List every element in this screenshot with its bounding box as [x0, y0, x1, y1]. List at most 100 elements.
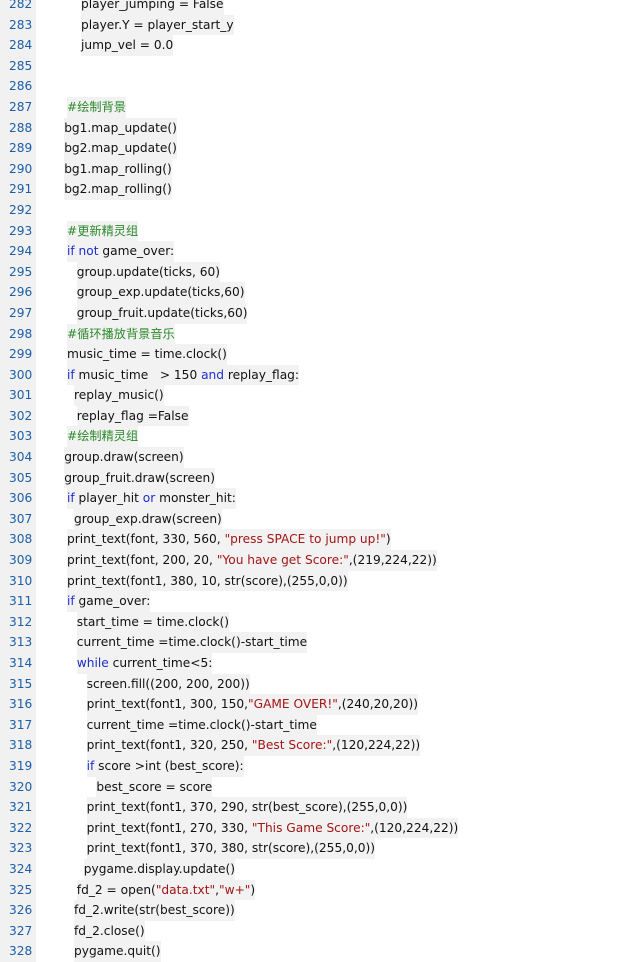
line-number: 310 — [9, 573, 33, 588]
code-token: group.draw(screen) — [64, 450, 184, 465]
line-gutter: 297 — [0, 302, 36, 324]
code-line[interactable]: 322 print_text(font1, 270, 330, "This Gam… — [0, 817, 644, 839]
line-number: 313 — [9, 635, 33, 650]
code-line[interactable]: 288 bg1.map_update() — [0, 117, 644, 139]
code-token: current_time =time.clock()-start_time — [76, 635, 308, 650]
line-gutter: 309 — [0, 550, 36, 571]
code-line[interactable]: 314 while current_time<5: — [0, 653, 644, 674]
code-token: ) — [385, 532, 391, 547]
code-comment: #绘制背景 — [67, 99, 126, 114]
line-number: 312 — [9, 614, 33, 629]
code-line[interactable]: 309 print_text(font, 200, 20, "You have g… — [0, 550, 644, 571]
code-line[interactable]: 306 if player_hit or monster_hit: — [0, 488, 644, 509]
code-token: group_exp.draw(screen) — [74, 511, 222, 526]
code-line[interactable]: 299 music_time = time.clock() — [0, 344, 644, 365]
code-token: print_text(font1, 270, 330, — [86, 820, 252, 835]
code-line[interactable]: 327 fd_2.close() — [0, 920, 644, 942]
code-line[interactable]: 324 pygame.display.update() — [0, 858, 644, 880]
code-line[interactable]: 319 if score >int (best_score): — [0, 755, 644, 777]
line-number: 282 — [9, 0, 33, 11]
code-line[interactable]: 282 player_jumping = False — [0, 0, 644, 15]
code-token: bg2.map_update() — [64, 141, 177, 156]
line-number: 309 — [9, 553, 33, 568]
code-line[interactable]: 301 replay_music() — [0, 385, 644, 406]
code-line[interactable]: 308 print_text(font, 330, 560, "press SPA… — [0, 529, 644, 551]
code-text: fd_2 = open("data.txt","w+") — [76, 879, 256, 901]
code-token: jump_vel = 0.0 — [81, 38, 174, 53]
line-gutter: 307 — [0, 508, 36, 530]
code-token: player_hit — [74, 491, 143, 506]
line-number: 328 — [9, 944, 33, 959]
code-text: start_time = time.clock() — [76, 611, 229, 633]
code-line[interactable]: 292 — [0, 199, 644, 221]
code-token: print_text(font1, 320, 250, — [86, 738, 252, 753]
line-gutter: 287 — [0, 96, 36, 118]
code-line[interactable]: 297 group_fruit.update(ticks,60) — [0, 302, 644, 324]
code-line[interactable]: 312 start_time = time.clock() — [0, 611, 644, 633]
code-keyword: and — [201, 367, 225, 382]
line-number: 305 — [9, 470, 33, 485]
line-number: 306 — [9, 491, 33, 506]
code-line[interactable]: 284 jump_vel = 0.0 — [0, 35, 644, 56]
code-text: group_fruit.update(ticks,60) — [76, 302, 248, 324]
line-gutter: 282 — [0, 0, 36, 15]
code-token: game_over: — [98, 244, 175, 259]
code-line[interactable]: 315 screen.fill((200, 200, 200)) — [0, 673, 644, 695]
code-line[interactable]: 325 fd_2 = open("data.txt","w+") — [0, 879, 644, 901]
line-gutter: 292 — [0, 199, 36, 221]
code-line[interactable]: 291 bg2.map_rolling() — [0, 179, 644, 200]
code-keyword: if — [67, 491, 75, 506]
code-token: ) — [250, 882, 256, 897]
code-token: music_time = time.clock() — [67, 347, 227, 362]
code-line[interactable]: 320 best_score = score — [0, 776, 644, 798]
code-line[interactable]: 304 group.draw(screen) — [0, 447, 644, 468]
code-text: fd_2.close() — [74, 920, 145, 942]
code-token: group_fruit.update(ticks,60) — [76, 305, 248, 320]
code-token: fd_2 = open( — [76, 882, 156, 897]
code-line[interactable]: 293 #更新精灵组 — [0, 220, 644, 242]
line-gutter: 290 — [0, 158, 36, 180]
line-gutter: 301 — [0, 385, 36, 406]
code-editor[interactable]: 282 player_jumping = False 283 player.Y = p… — [0, 0, 644, 962]
code-line[interactable]: 290 bg1.map_rolling() — [0, 158, 644, 180]
code-text: best_score = score — [96, 776, 213, 798]
code-line[interactable]: 302 replay_flag =False — [0, 405, 644, 427]
line-number: 300 — [9, 367, 33, 382]
code-line[interactable]: 323 print_text(font1, 370, 380, str(score… — [0, 838, 644, 859]
code-line[interactable]: 289 bg2.map_update() — [0, 138, 644, 159]
code-line[interactable]: 305 group_fruit.draw(screen) — [0, 467, 644, 489]
code-text: if music_time > 150 and replay_flag: — [67, 364, 300, 386]
line-gutter: 303 — [0, 426, 36, 448]
code-line[interactable]: 300 if music_time > 150 and replay_flag: — [0, 364, 644, 386]
code-line[interactable]: 287 #绘制背景 — [0, 96, 644, 118]
code-line[interactable]: 294 if not game_over: — [0, 241, 644, 262]
code-line[interactable]: 326 fd_2.write(str(best_score)) — [0, 900, 644, 921]
code-token: print_text(font1, 370, 290, str(best_sco… — [86, 800, 408, 815]
code-line[interactable]: 321 print_text(font1, 370, 290, str(best_… — [0, 797, 644, 818]
code-string: "data.txt" — [155, 882, 216, 897]
code-line[interactable]: 318 print_text(font1, 320, 250, "Best Sco… — [0, 735, 644, 756]
code-line[interactable]: 313 current_time =time.clock()-start_time — [0, 632, 644, 653]
code-text: print_text(font, 330, 560, "press SPACE … — [67, 529, 391, 551]
code-line[interactable]: 317 current_time =time.clock()-start_time — [0, 714, 644, 736]
line-number: 315 — [9, 676, 33, 691]
code-line[interactable]: 285 — [0, 55, 644, 77]
code-line[interactable]: 311 if game_over: — [0, 591, 644, 612]
code-line[interactable]: 296 group_exp.update(ticks,60) — [0, 282, 644, 303]
code-token: music_time > 150 — [74, 367, 202, 382]
code-line[interactable]: 286 — [0, 76, 644, 97]
code-text: if player_hit or monster_hit: — [67, 488, 236, 509]
code-token: score >int (best_score): — [94, 758, 244, 773]
code-line[interactable]: 310 print_text(font1, 380, 10, str(score)… — [0, 570, 644, 592]
code-line[interactable]: 295 group.update(ticks, 60) — [0, 261, 644, 283]
code-token: start_time = time.clock() — [76, 614, 229, 629]
code-line[interactable]: 303 #绘制精灵组 — [0, 426, 644, 448]
code-token: bg2.map_rolling() — [64, 182, 172, 197]
code-line[interactable]: 307 group_exp.draw(screen) — [0, 508, 644, 530]
code-line[interactable]: 298 #循环播放背景音乐 — [0, 323, 644, 345]
code-comment: #循环播放背景音乐 — [67, 326, 175, 341]
code-line[interactable]: 283 player.Y = player_start_y — [0, 14, 644, 36]
code-line[interactable]: 328 pygame.quit() — [0, 941, 644, 962]
code-text: print_text(font1, 270, 330, "This Game S… — [86, 817, 459, 839]
code-line[interactable]: 316 print_text(font1, 300, 150,"GAME OVER… — [0, 694, 644, 715]
